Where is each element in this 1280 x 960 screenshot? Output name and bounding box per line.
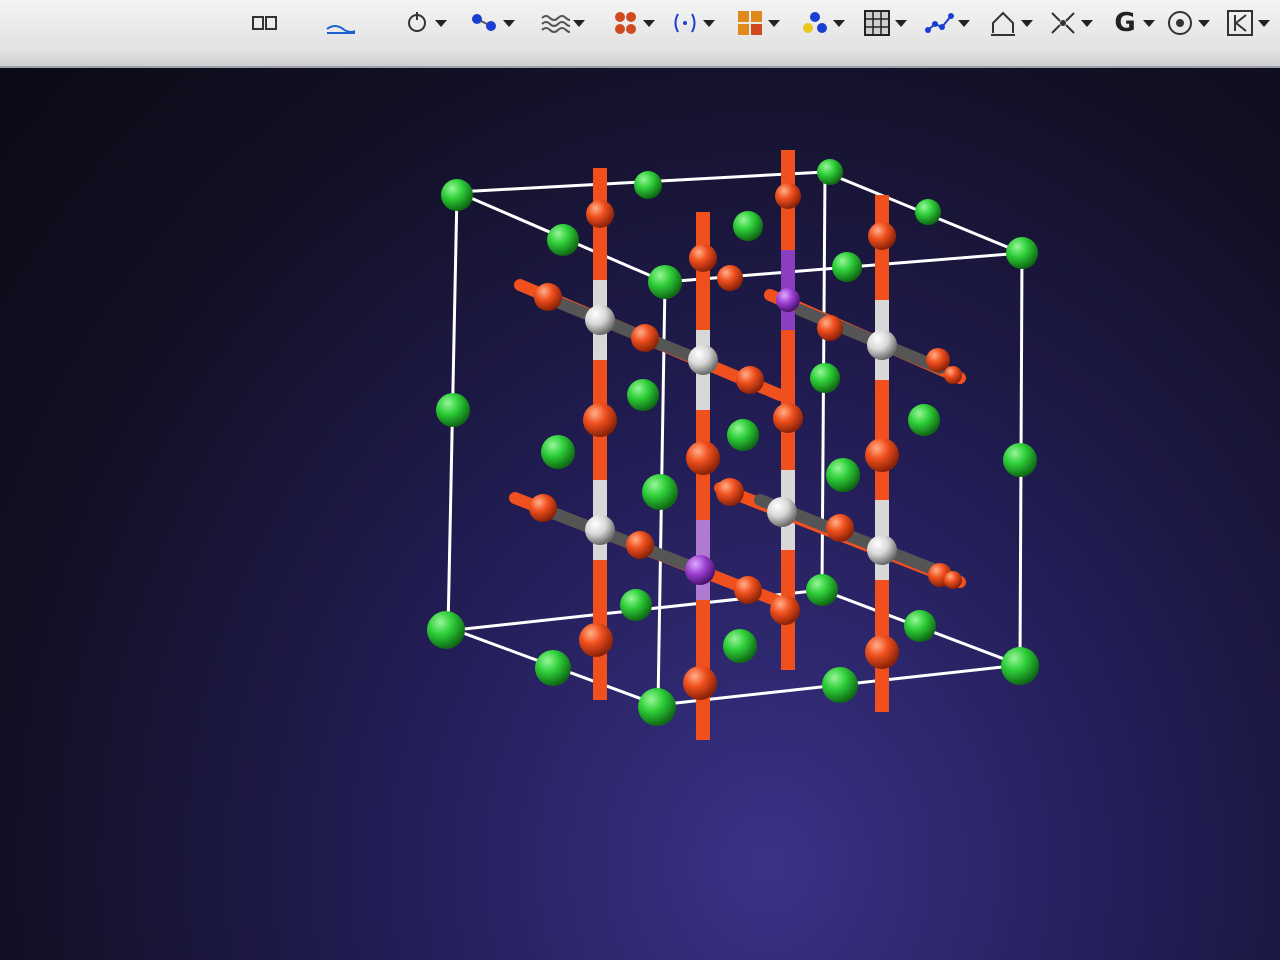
orange-atom — [686, 441, 720, 475]
white-atom — [585, 305, 615, 335]
white-atom — [585, 515, 615, 545]
orange-atom — [689, 244, 717, 272]
green-atom — [915, 199, 941, 225]
green-atom — [541, 435, 575, 469]
bond-rod — [534, 289, 706, 366]
green-atom — [427, 611, 465, 649]
green-atom — [620, 589, 652, 621]
orange-atom — [626, 531, 654, 559]
orange-atom — [775, 183, 801, 209]
orange-atom — [717, 265, 743, 291]
green-atom — [832, 252, 862, 282]
orange-atom — [817, 315, 843, 341]
green-atom — [634, 171, 662, 199]
green-atom — [1001, 647, 1039, 685]
green-atom — [1006, 237, 1038, 269]
green-atom — [627, 379, 659, 411]
bond-rod — [534, 502, 706, 576]
orange-atom — [944, 571, 962, 589]
green-atom — [904, 610, 936, 642]
orange-atom — [534, 283, 562, 311]
white-atom — [867, 535, 897, 565]
green-atom — [806, 574, 838, 606]
purple-atom — [685, 555, 715, 585]
crystal-structure-view — [427, 150, 1039, 740]
orange-atom — [579, 623, 613, 657]
orange-atom — [683, 666, 717, 700]
green-atom — [733, 211, 763, 241]
green-atom — [638, 688, 676, 726]
orange-atom — [716, 478, 744, 506]
orange-atom — [583, 403, 617, 437]
white-atom — [688, 345, 718, 375]
green-atom — [723, 629, 757, 663]
green-atom — [436, 393, 470, 427]
green-atom — [648, 265, 682, 299]
green-atom — [826, 458, 860, 492]
orange-atom — [865, 438, 899, 472]
orange-atom — [865, 635, 899, 669]
orange-atom — [631, 324, 659, 352]
orange-atom — [926, 348, 950, 372]
green-atom — [547, 224, 579, 256]
3d-viewport[interactable] — [0, 68, 1280, 960]
green-atom — [727, 419, 759, 451]
white-atom — [767, 497, 797, 527]
green-atom — [908, 404, 940, 436]
green-atom — [642, 474, 678, 510]
green-atom — [441, 179, 473, 211]
orange-atom — [773, 403, 803, 433]
atoms — [427, 159, 1039, 726]
green-atom — [535, 650, 571, 686]
orange-atom — [868, 222, 896, 250]
green-atom — [822, 667, 858, 703]
green-atom — [1003, 443, 1037, 477]
orange-atom — [736, 366, 764, 394]
purple-atom — [776, 288, 800, 312]
orange-atom — [734, 576, 762, 604]
orange-atom — [826, 514, 854, 542]
orange-atom — [944, 366, 962, 384]
orange-atom — [770, 595, 800, 625]
white-atom — [867, 330, 897, 360]
green-atom — [817, 159, 843, 185]
green-atom — [810, 363, 840, 393]
orange-atom — [529, 494, 557, 522]
orange-atom — [586, 200, 614, 228]
